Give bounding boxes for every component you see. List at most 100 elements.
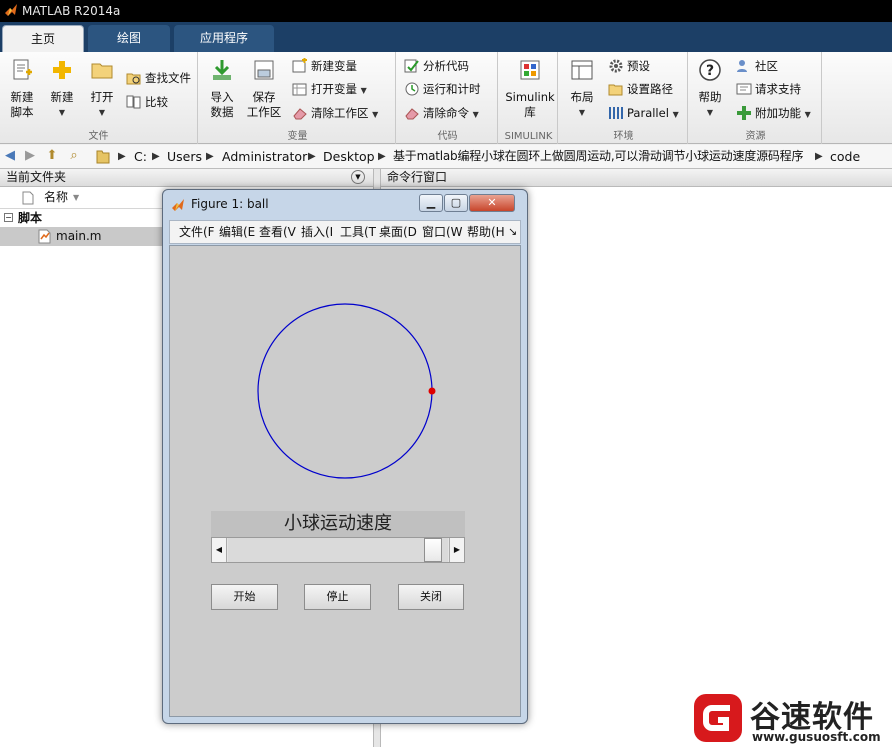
ball-marker <box>428 387 436 395</box>
help-button[interactable]: ? 帮助 ▼ <box>690 56 730 120</box>
browse-folder-icon[interactable]: ⌕ <box>66 148 82 164</box>
section-code: 分析代码 运行和计时 清除命令 ▼ 代码 <box>398 52 498 144</box>
section-resources-label: 资源 <box>745 131 766 142</box>
tab-plots[interactable]: 绘图 <box>88 25 170 52</box>
path-separator: ▶ <box>308 151 316 162</box>
circle-plot <box>257 303 436 479</box>
menu-desktop[interactable]: 桌面(D <box>379 221 417 243</box>
eraser-icon <box>293 107 307 119</box>
maximize-button[interactable]: ▢ <box>444 194 468 212</box>
minimize-icon: ▁ <box>426 196 436 209</box>
path-segment[interactable]: Users <box>167 145 202 168</box>
analyze-code-label: 分析代码 <box>423 59 469 73</box>
menu-window[interactable]: 窗口(W <box>422 221 463 243</box>
collapse-icon[interactable]: − <box>4 213 13 222</box>
circle-path <box>257 303 433 479</box>
clear-workspace-button[interactable]: 清除工作区 ▼ <box>292 103 378 123</box>
new-variable-button[interactable]: 新建变量 <box>292 56 357 76</box>
maximize-icon: ▢ <box>450 196 462 209</box>
add-ons-button[interactable]: 附加功能 ▼ <box>736 103 811 123</box>
path-segment[interactable]: Desktop <box>323 145 375 168</box>
path-separator: ▶ <box>118 151 126 162</box>
new-button[interactable]: 新建 ▼ <box>42 56 82 120</box>
path-segment[interactable]: 基于matlab编程小球在圆环上做圆周运动,可以滑动调节小球运动速度源码程序 <box>393 145 803 168</box>
figure-titlebar[interactable]: Figure 1: ball ▁ ▢ ✕ <box>163 190 527 218</box>
section-simulink: Simulink 库 SIMULINK <box>500 52 558 144</box>
run-and-time-button[interactable]: 运行和计时 <box>404 79 481 99</box>
path-segment[interactable]: code <box>830 145 860 168</box>
parallel-button[interactable]: Parallel ▼ <box>608 103 679 123</box>
forward-arrow-icon[interactable]: ▶ <box>22 148 38 164</box>
save-workspace-button[interactable]: 保存 工作区 <box>244 56 284 120</box>
gear-icon <box>609 59 623 72</box>
import-data-button[interactable]: 导入 数据 <box>202 56 242 120</box>
analyze-code-button[interactable]: 分析代码 <box>404 56 469 76</box>
clear-commands-button[interactable]: 清除命令 ▼ <box>404 103 479 123</box>
watermark: 谷速软件 www.gusuosft.com <box>690 690 892 747</box>
find-files-button[interactable]: 查找文件 <box>126 68 191 88</box>
add-ons-icon <box>737 105 751 120</box>
request-support-button[interactable]: 请求支持 <box>736 79 801 99</box>
address-bar: ◀ ▶ ⬆ ⌕ ▶ C: ▶ Users ▶ Administrator ▶ D… <box>0 145 892 169</box>
set-path-button[interactable]: 设置路径 <box>608 79 673 99</box>
panel-menu-icon[interactable]: ▼ <box>351 170 365 184</box>
new-script-button[interactable]: 新建 脚本 <box>2 56 42 120</box>
up-folder-icon[interactable]: ⬆ <box>44 148 60 164</box>
path-separator: ▶ <box>152 151 160 162</box>
back-arrow-icon[interactable]: ◀ <box>2 148 18 164</box>
open-button[interactable]: 打开 ▼ <box>82 56 122 120</box>
open-variable-label: 打开变量 <box>311 82 357 96</box>
menu-help[interactable]: 帮助(H <box>467 221 505 243</box>
speed-slider[interactable]: ◀ ▶ <box>211 537 465 563</box>
slider-right-arrow-icon[interactable]: ▶ <box>449 538 464 562</box>
folder-icon <box>96 150 110 164</box>
path-segment[interactable]: C: <box>134 145 147 168</box>
tab-home[interactable]: 主页 <box>2 25 84 52</box>
tab-apps[interactable]: 应用程序 <box>174 25 274 52</box>
matlab-logo-icon <box>172 199 184 211</box>
simulink-icon <box>520 60 540 80</box>
menu-view[interactable]: 查看(V <box>259 221 296 243</box>
parallel-icon <box>609 106 623 119</box>
start-button[interactable]: 开始 <box>211 584 278 610</box>
preferences-button[interactable]: 预设 <box>608 56 650 76</box>
chevron-down-icon: ▼ <box>578 108 586 117</box>
run-and-time-label: 运行和计时 <box>423 82 481 96</box>
layout-label: 布局 <box>570 90 594 104</box>
menu-tools[interactable]: 工具(T <box>340 221 376 243</box>
watermark-url: www.gusuosft.com <box>752 730 881 744</box>
find-folder-icon <box>126 73 141 84</box>
slider-track[interactable] <box>228 538 448 562</box>
community-icon <box>737 59 747 72</box>
stop-button[interactable]: 停止 <box>304 584 371 610</box>
community-button[interactable]: 社区 <box>736 56 778 76</box>
eraser-icon <box>405 107 419 119</box>
import-label-1: 导入 <box>210 90 234 104</box>
figure-window: Figure 1: ball ▁ ▢ ✕ 文件(F 编辑(E 查看(V 插入(I… <box>162 189 528 724</box>
set-path-icon <box>608 84 623 95</box>
menu-insert[interactable]: 插入(I <box>301 221 333 243</box>
close-window-button[interactable]: ✕ <box>469 194 515 212</box>
layout-button[interactable]: 布局 ▼ <box>562 56 602 120</box>
slider-left-arrow-icon[interactable]: ◀ <box>212 538 227 562</box>
close-button[interactable]: 关闭 <box>398 584 464 610</box>
simulink-label-2: 库 <box>524 105 536 119</box>
help-icon: ? <box>699 59 721 81</box>
matlab-logo-icon <box>5 4 17 16</box>
analyze-icon <box>404 59 419 72</box>
figure-title: Figure 1: ball <box>191 197 269 211</box>
chevron-down-icon: ▼ <box>472 110 479 119</box>
save-workspace-label-1: 保存 <box>252 90 276 104</box>
open-variable-button[interactable]: 打开变量 ▼ <box>292 79 367 99</box>
slider-thumb[interactable] <box>423 538 442 562</box>
minimize-button[interactable]: ▁ <box>419 194 443 212</box>
compare-button[interactable]: 比较 <box>126 92 168 112</box>
chevron-down-icon: ▼ <box>804 110 811 119</box>
path-segment[interactable]: Administrator <box>222 145 307 168</box>
simulink-library-button[interactable]: Simulink 库 <box>504 56 556 120</box>
menu-overflow-icon[interactable]: ↘ <box>508 221 517 243</box>
add-ons-label: 附加功能 <box>755 106 801 120</box>
new-label: 新建 <box>50 90 74 104</box>
menu-file[interactable]: 文件(F <box>179 221 215 243</box>
menu-edit[interactable]: 编辑(E <box>219 221 255 243</box>
